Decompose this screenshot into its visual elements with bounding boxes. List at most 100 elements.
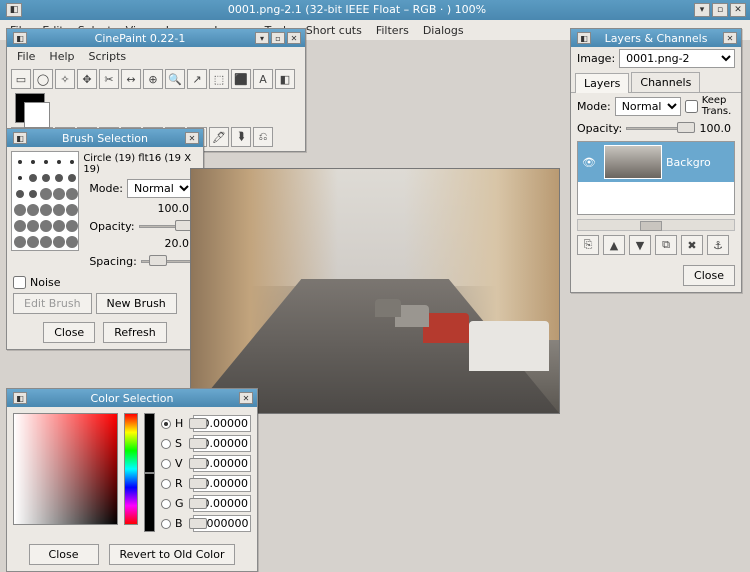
color-radio-g[interactable] — [161, 499, 171, 509]
image-canvas[interactable] — [190, 168, 560, 414]
layer-name-label: Backgro — [666, 156, 711, 169]
tool-fuzzy-select[interactable]: ✥ — [77, 69, 97, 89]
color-radio-r[interactable] — [161, 479, 171, 489]
tool-spline[interactable]: ◧ — [275, 69, 295, 89]
brush-close-icon[interactable]: ✕ — [185, 132, 199, 144]
color-channel-label: S — [175, 437, 185, 450]
tool-rect-select[interactable]: ▭ — [11, 69, 31, 89]
layers-scrollbar[interactable] — [577, 219, 735, 231]
toolbox-maximize-button[interactable]: ▫ — [271, 32, 285, 44]
layer-row-background[interactable]: 👁 Backgro — [578, 142, 734, 182]
layers-image-label: Image: — [577, 52, 615, 65]
toolbox-menubar: File Help Scripts — [7, 47, 305, 65]
app-titlebar: ◧ 0001.png-2.1 (32-bit IEEE Float – RGB … — [0, 0, 750, 20]
brush-grid[interactable] — [11, 151, 79, 251]
color-satval-field[interactable] — [13, 413, 118, 525]
brush-panel: ◧ Brush Selection ✕ Circle (19) flt16 (1… — [6, 128, 204, 350]
brush-name: Circle (19) flt16 (19 X 19) — [83, 151, 199, 177]
color-swatch[interactable] — [15, 93, 45, 123]
layer-raise-button[interactable]: ▲ — [603, 235, 625, 255]
app-title: 0001.png-2.1 (32-bit IEEE Float – RGB · … — [22, 0, 692, 20]
tool-free-select[interactable]: ✧ — [55, 69, 75, 89]
brush-close-button[interactable]: Close — [43, 322, 95, 343]
color-radio-h[interactable] — [161, 419, 171, 429]
brush-refresh-button[interactable]: Refresh — [103, 322, 167, 343]
color-close-button[interactable]: Close — [29, 544, 99, 565]
tool-ink[interactable]: 🖊 — [209, 127, 229, 147]
layers-menu-icon[interactable]: ◧ — [577, 32, 591, 44]
toolbox-minimize-button[interactable]: ▾ — [255, 32, 269, 44]
layers-keeptrans-checkbox[interactable] — [685, 100, 698, 113]
color-radio-s[interactable] — [161, 439, 171, 449]
layers-image-select[interactable]: 0001.png-2 — [619, 49, 735, 68]
window-menu-icon[interactable]: ◧ — [6, 3, 22, 17]
tool-crop[interactable]: ↗ — [187, 69, 207, 89]
layer-duplicate-button[interactable]: ⧉ — [655, 235, 677, 255]
layers-titlebar: ◧ Layers & Channels ✕ — [571, 29, 741, 47]
brush-noise-checkbox[interactable] — [13, 276, 26, 289]
tool-ellipse-select[interactable]: ◯ — [33, 69, 53, 89]
layers-action-row: ⎘ ▲ ▼ ⧉ ✖ ⚓ — [571, 231, 741, 259]
layer-lower-button[interactable]: ▼ — [629, 235, 651, 255]
layers-mode-select[interactable]: Normal — [615, 97, 681, 116]
menu-filters[interactable]: Filters — [370, 22, 415, 39]
brush-edit-button: Edit Brush — [13, 293, 92, 314]
layers-tabs: Layers Channels — [571, 70, 741, 93]
brush-spacing-value: 20.0 — [147, 237, 193, 250]
layer-new-button[interactable]: ⎘ — [577, 235, 599, 255]
menu-shortcuts[interactable]: Short cuts — [300, 22, 368, 39]
layers-list[interactable]: 👁 Backgro — [577, 141, 735, 215]
brush-menu-icon[interactable]: ◧ — [13, 132, 27, 144]
brush-spacing-slider[interactable] — [141, 254, 193, 268]
layers-close-button[interactable]: Close — [683, 265, 735, 286]
color-menu-icon[interactable]: ◧ — [13, 392, 27, 404]
tool-flip[interactable]: ⬛ — [231, 69, 251, 89]
tool-bezier[interactable]: ✂ — [99, 69, 119, 89]
brush-titlebar: ◧ Brush Selection ✕ — [7, 129, 203, 147]
tab-channels[interactable]: Channels — [631, 72, 700, 92]
color-revert-button[interactable]: Revert to Old Color — [109, 544, 236, 565]
layer-visibility-icon[interactable]: 👁 — [578, 156, 600, 169]
tool-crosshair[interactable]: ⊕ — [143, 69, 163, 89]
tool-text[interactable]: A — [253, 69, 273, 89]
toolbox-menu-icon[interactable]: ◧ — [13, 32, 27, 44]
toolbox-close-button[interactable]: ✕ — [287, 32, 301, 44]
layers-keeptrans-label: Keep Trans. — [702, 95, 735, 117]
layer-thumbnail — [604, 145, 662, 179]
tool-move[interactable]: ↔ — [121, 69, 141, 89]
color-title: Color Selection — [27, 392, 237, 405]
menu-dialogs[interactable]: Dialogs — [417, 22, 470, 39]
color-close-icon[interactable]: ✕ — [239, 392, 253, 404]
brush-spacing-label: Spacing: — [89, 255, 136, 268]
tool-transform[interactable]: ⬚ — [209, 69, 229, 89]
layer-anchor-button[interactable]: ⚓ — [707, 235, 729, 255]
window-minimize-button[interactable]: ▾ — [694, 3, 710, 17]
window-maximize-button[interactable]: ▫ — [712, 3, 728, 17]
color-hue-bar[interactable] — [124, 413, 137, 525]
layers-title: Layers & Channels — [591, 32, 721, 45]
color-swatch-column — [144, 413, 155, 532]
tool-smudge[interactable]: ⎌ — [253, 127, 273, 147]
toolbox-menu-file[interactable]: File — [11, 48, 41, 65]
brush-mode-label: Mode: — [89, 182, 123, 195]
tab-layers[interactable]: Layers — [575, 73, 629, 93]
color-radio-b[interactable] — [161, 519, 171, 529]
window-close-button[interactable]: ✕ — [730, 3, 746, 17]
color-panel: ◧ Color Selection ✕ HSVRGB Close Revert … — [6, 388, 258, 572]
layers-mode-label: Mode: — [577, 100, 611, 113]
brush-mode-select[interactable]: Normal — [127, 179, 193, 198]
color-channel-label: B — [175, 517, 185, 530]
toolbox-menu-help[interactable]: Help — [43, 48, 80, 65]
tool-dodge[interactable]: ⮯ — [231, 127, 251, 147]
toolbox-menu-scripts[interactable]: Scripts — [83, 48, 133, 65]
color-channel-rows: HSVRGB — [161, 413, 251, 532]
layers-panel: ◧ Layers & Channels ✕ Image: 0001.png-2 … — [570, 28, 742, 293]
color-radio-v[interactable] — [161, 459, 171, 469]
layers-opacity-slider[interactable] — [626, 121, 695, 135]
layers-close-icon[interactable]: ✕ — [723, 32, 737, 44]
layer-delete-button[interactable]: ✖ — [681, 235, 703, 255]
brush-new-button[interactable]: New Brush — [96, 293, 177, 314]
brush-noise-label: Noise — [30, 276, 61, 289]
tool-magnify[interactable]: 🔍 — [165, 69, 185, 89]
brush-opacity-slider[interactable] — [139, 219, 193, 233]
